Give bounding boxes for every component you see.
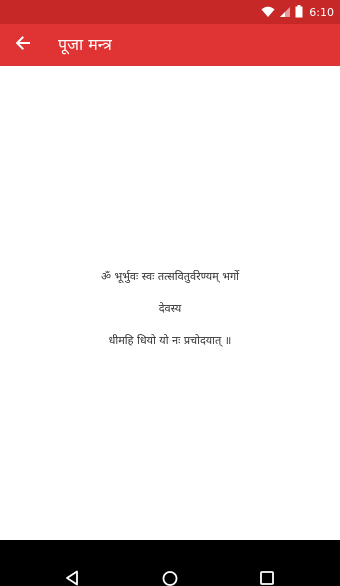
screen: 6:10 पूजा मन्त्र ॐ भूर्भुवः स्वः तत्सवित… <box>0 0 340 586</box>
signal-icon <box>279 3 291 22</box>
app-bar: पूजा मन्त्र <box>0 24 340 66</box>
mantra-line: ॐ भूर्भुवः स्वः तत्सवितुर्वरेण्यम् भर्गो <box>100 270 240 283</box>
status-icons: 6:10 <box>261 4 334 20</box>
recents-square-icon[interactable] <box>252 570 282 586</box>
mantra-line: धीमहि धियो यो नः प्रचोदयात् ॥ <box>108 334 232 347</box>
status-time: 6:10 <box>309 5 334 19</box>
arrow-back-icon <box>15 35 31 55</box>
content-area: ॐ भूर्भुवः स्वः तत्सवितुर्वरेण्यम् भर्गो… <box>0 66 340 540</box>
status-bar: 6:10 <box>0 0 340 24</box>
page-title: पूजा मन्त्र <box>58 35 112 54</box>
battery-icon <box>295 3 303 22</box>
mantra-text: ॐ भूर्भुवः स्वः तत्सवितुर्वरेण्यम् भर्गो… <box>0 270 340 366</box>
mantra-line: देवस्य <box>158 302 182 315</box>
back-button[interactable] <box>6 28 40 62</box>
back-triangle-icon[interactable] <box>57 570 87 586</box>
wifi-icon <box>261 3 275 22</box>
home-circle-icon[interactable] <box>155 570 185 586</box>
navigation-bar <box>0 540 340 586</box>
